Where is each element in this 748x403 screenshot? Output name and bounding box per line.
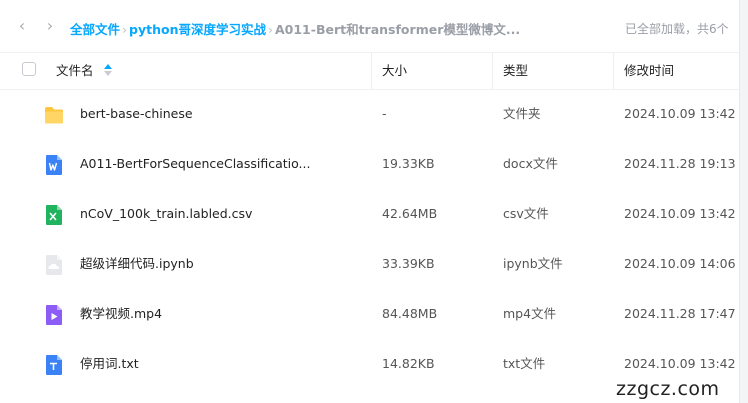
text-file-icon bbox=[46, 355, 62, 375]
select-all-checkbox[interactable] bbox=[22, 62, 36, 76]
file-size: 84.48MB bbox=[382, 306, 438, 321]
file-row[interactable]: nCoV_100k_train.labled.csv 42.64MB csv文件… bbox=[0, 189, 740, 239]
breadcrumb-folder[interactable]: python哥深度学习实战 bbox=[129, 22, 266, 37]
file-size: 14.82KB bbox=[382, 356, 435, 371]
file-modified: 2024.10.09 13:42 bbox=[624, 106, 736, 121]
file-type: docx文件 bbox=[503, 156, 558, 171]
file-size: 33.39KB bbox=[382, 256, 435, 271]
folder-icon bbox=[45, 107, 63, 124]
column-divider[interactable] bbox=[613, 53, 614, 89]
file-modified: 2024.10.09 14:06 bbox=[624, 256, 736, 271]
column-divider[interactable] bbox=[492, 53, 493, 89]
file-name[interactable]: 教学视频.mp4 bbox=[80, 289, 162, 339]
file-size: 42.64MB bbox=[382, 206, 438, 221]
file-size: 19.33KB bbox=[382, 156, 435, 171]
file-name[interactable]: 停用词.txt bbox=[80, 339, 139, 389]
file-row[interactable]: 超级详细代码.ipynb 33.39KB ipynb文件 2024.10.09 … bbox=[0, 239, 740, 289]
column-name-header[interactable]: 文件名 bbox=[56, 53, 112, 89]
back-arrow-icon[interactable]: ‹ bbox=[14, 18, 30, 34]
file-row[interactable]: A011-BertForSequenceClassificatio... 19.… bbox=[0, 139, 740, 189]
file-name[interactable]: 超级详细代码.ipynb bbox=[80, 239, 194, 289]
forward-arrow-icon[interactable]: › bbox=[42, 18, 58, 34]
scrollbar[interactable] bbox=[739, 0, 748, 403]
file-type: txt文件 bbox=[503, 356, 546, 371]
file-row[interactable]: 教学视频.mp4 84.48MB mp4文件 2024.11.28 17:47 bbox=[0, 289, 740, 339]
excel-csv-icon bbox=[46, 205, 62, 225]
file-type: 文件夹 bbox=[503, 106, 541, 121]
column-modified-header[interactable]: 修改时间 bbox=[624, 53, 674, 89]
breadcrumb-separator: › bbox=[267, 22, 273, 37]
breadcrumb: 全部文件 › python哥深度学习实战 › A011-Bert和transformer… bbox=[70, 19, 520, 38]
column-type-header[interactable]: 类型 bbox=[503, 53, 528, 89]
file-type: ipynb文件 bbox=[503, 256, 563, 271]
file-list-header: 文件名 大小 类型 修改时间 bbox=[0, 52, 740, 90]
file-type: mp4文件 bbox=[503, 306, 557, 321]
file-modified: 2024.10.09 13:42 bbox=[624, 206, 736, 221]
load-status: 已全部加载，共6个 bbox=[625, 22, 729, 36]
watermark: zzgcz.com bbox=[616, 378, 720, 400]
column-size-header[interactable]: 大小 bbox=[382, 53, 407, 89]
file-type: csv文件 bbox=[503, 206, 549, 221]
breadcrumb-root[interactable]: 全部文件 bbox=[70, 22, 120, 37]
word-doc-icon bbox=[46, 155, 62, 175]
file-name[interactable]: A011-BertForSequenceClassificatio... bbox=[80, 139, 310, 189]
breadcrumb-current: A011-Bert和transformer模型微博文... bbox=[274, 22, 521, 37]
file-name[interactable]: bert-base-chinese bbox=[80, 89, 193, 139]
sort-icon[interactable] bbox=[103, 63, 112, 76]
file-size: - bbox=[382, 106, 387, 121]
breadcrumb-separator: › bbox=[122, 22, 128, 37]
file-modified: 2024.11.28 19:13 bbox=[624, 156, 736, 171]
top-bar: ‹ › 全部文件 › python哥深度学习实战 › A011-Bert和transfo… bbox=[0, 0, 740, 52]
file-row[interactable]: bert-base-chinese - 文件夹 2024.10.09 13:42 bbox=[0, 89, 740, 139]
file-name[interactable]: nCoV_100k_train.labled.csv bbox=[80, 189, 252, 239]
cloud-file-icon bbox=[46, 255, 62, 275]
column-divider[interactable] bbox=[371, 53, 372, 89]
file-modified: 2024.11.28 17:47 bbox=[624, 306, 736, 321]
video-file-icon bbox=[46, 305, 62, 325]
column-name-label: 文件名 bbox=[56, 63, 94, 78]
